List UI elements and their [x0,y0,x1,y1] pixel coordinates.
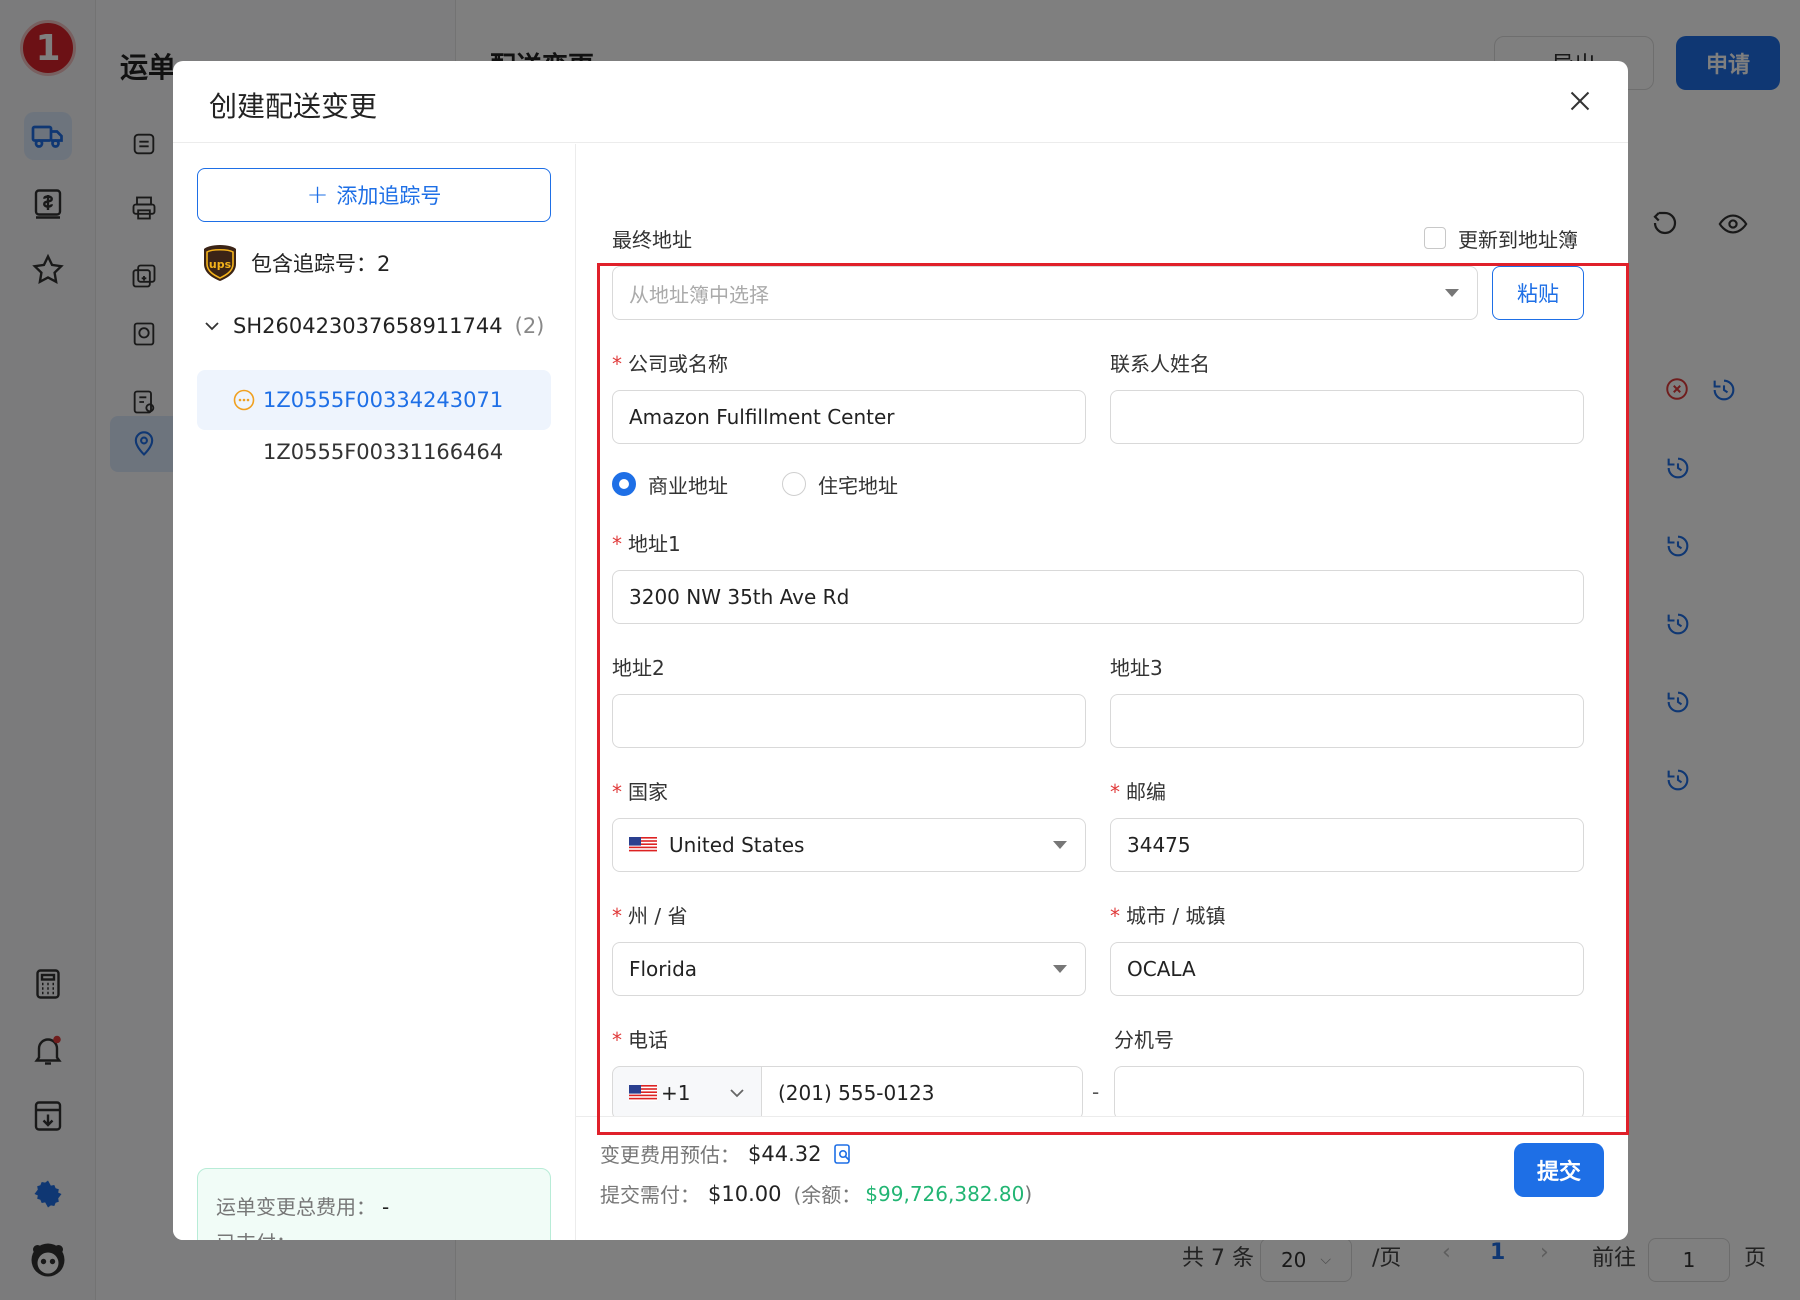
add-tracking-button[interactable]: + 添加追踪号 [197,168,551,222]
address2-label: 地址2 [612,656,665,680]
carrier-summary: ups 包含追踪号：2 [203,244,390,282]
business-address-radio[interactable] [612,472,636,496]
address3-input[interactable] [1110,694,1584,748]
country-value: United States [669,833,805,857]
fee-summary: 运单变更总费用：- 已支付：- [197,1168,551,1240]
state-value: Florida [629,957,698,981]
balance-open: (余额： [793,1183,862,1207]
due-value: $10.00 [708,1181,782,1206]
city-label: * 城市 / 城镇 [1110,904,1226,928]
contains-tracking-count: 2 [377,252,391,276]
svg-text:ups: ups [209,258,232,271]
pending-dots-icon [233,389,255,411]
add-tracking-label: 添加追踪号 [336,184,442,208]
submit-button[interactable]: 提交 [1514,1143,1604,1197]
shipment-id: SH260423037658911744 [233,314,503,338]
paid-label: 已支付： [216,1231,296,1240]
update-addressbook-checkbox[interactable] [1424,227,1446,249]
balance-value: $99,726,382.80 [865,1181,1025,1206]
dropdown-caret-icon [1053,841,1067,849]
residential-address-label: 住宅地址 [818,474,898,498]
shipment-node[interactable]: SH260423037658911744 (2) [203,314,544,338]
due-line: 提交需付： $10.00 (余额： $99,726,382.80 ) [600,1179,1032,1208]
business-address-label: 商业地址 [648,474,728,498]
estimate-line: 变更费用预估： $44.32 [600,1139,853,1168]
postal-input[interactable]: 34475 [1110,818,1584,872]
contains-tracking-label: 包含追踪号： [251,252,377,276]
tracking-item[interactable]: 1Z0555F00331166464 [197,422,551,482]
us-flag-icon [629,837,657,853]
dropdown-caret-icon [1053,965,1067,973]
tracking-item[interactable]: 1Z0555F00334243071 [197,370,551,430]
country-label: * 国家 [612,780,668,804]
chevron-down-icon [730,1089,744,1098]
extension-label: 分机号 [1114,1028,1174,1052]
tracking-panel: + 添加追踪号 ups 包含追踪号：2 SH260423037658911744… [173,144,576,1240]
final-address-label: 最终地址 [612,228,692,252]
address3-label: 地址3 [1110,656,1163,680]
address1-label: * 地址1 [612,532,681,556]
addressbook-placeholder: 从地址簿中选择 [629,282,769,307]
phone-input[interactable]: (201) 555-0123 [761,1066,1083,1120]
country-select[interactable]: United States [612,818,1086,872]
addressbook-select[interactable]: 从地址簿中选择 [612,266,1478,320]
city-input[interactable]: OCALA [1110,942,1584,996]
modal-header: 创建配送变更 [173,61,1628,143]
chevron-down-icon [205,322,219,331]
postal-label: * 邮编 [1110,780,1166,804]
us-flag-icon [629,1085,657,1101]
company-input[interactable]: Amazon Fulfillment Center [612,390,1086,444]
phone-label: * 电话 [612,1028,668,1052]
address-form: 最终地址 更新到地址簿 从地址簿中选择 粘贴 * 公司或名称 联系人姓名 Amaz… [576,144,1628,1240]
address1-input[interactable]: 3200 NW 35th Ave Rd [612,570,1584,624]
contact-input[interactable] [1110,390,1584,444]
tracking-number: 1Z0555F00331166464 [263,440,504,464]
balance-close: ) [1024,1181,1033,1206]
plus-icon: + [306,180,329,210]
create-delivery-change-modal: 创建配送变更 + 添加追踪号 ups 包含追踪号：2 SH26042303765… [173,61,1628,1240]
fee-detail-icon[interactable] [833,1143,853,1165]
modal-footer: 变更费用预估： $44.32 提交需付： $10.00 (余额： $99,726… [576,1116,1628,1240]
ups-logo: ups [204,245,236,281]
state-select[interactable]: Florida [612,942,1086,996]
modal-title: 创建配送变更 [209,90,378,123]
company-label: * 公司或名称 [612,352,728,376]
phone-country-code-select[interactable]: +1 [612,1066,762,1120]
residential-address-radio[interactable] [782,472,806,496]
dropdown-caret-icon [1445,289,1459,297]
address2-input[interactable] [612,694,1086,748]
estimate-label: 变更费用预估： [600,1143,740,1167]
estimate-value: $44.32 [748,1141,822,1166]
paid-value: - [302,1231,309,1240]
contact-label: 联系人姓名 [1110,352,1210,376]
update-addressbook-label: 更新到地址簿 [1458,228,1578,252]
tracking-number: 1Z0555F00334243071 [263,388,504,412]
paste-button[interactable]: 粘贴 [1492,266,1584,320]
due-label: 提交需付： [600,1183,700,1207]
shipment-count: (2) [514,314,545,338]
fee-total-label: 运单变更总费用： [216,1195,376,1219]
phone-separator: - [1092,1080,1100,1104]
close-icon[interactable] [1566,87,1594,115]
state-label: * 州 / 省 [612,904,688,928]
extension-input[interactable] [1114,1066,1584,1120]
phone-code: +1 [661,1081,691,1105]
fee-total-value: - [382,1195,390,1219]
